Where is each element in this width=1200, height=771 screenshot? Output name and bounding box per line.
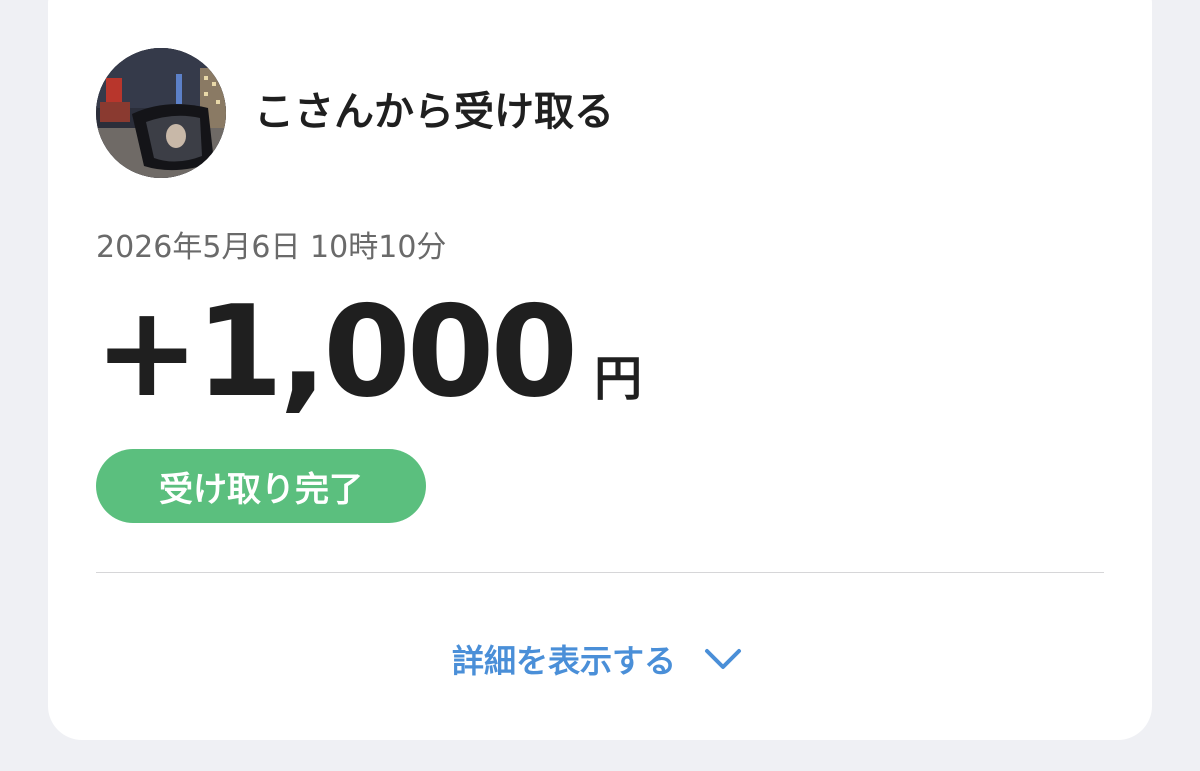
chevron-down-icon <box>704 647 742 671</box>
sender-title: こさんから受け取る <box>254 89 614 135</box>
amount-row: +1,000 円 <box>94 282 642 422</box>
divider <box>96 572 1104 573</box>
amount-value: +1,000 <box>94 278 578 425</box>
status-badge: 受け取り完了 <box>96 449 426 523</box>
transaction-datetime: 2026年5月6日 10時10分 <box>96 230 447 265</box>
currency-label: 円 <box>594 351 643 407</box>
show-details-label: 詳細を表示する <box>452 642 677 680</box>
avatar <box>96 48 226 178</box>
show-details-button[interactable]: 詳細を表示する <box>452 634 742 684</box>
